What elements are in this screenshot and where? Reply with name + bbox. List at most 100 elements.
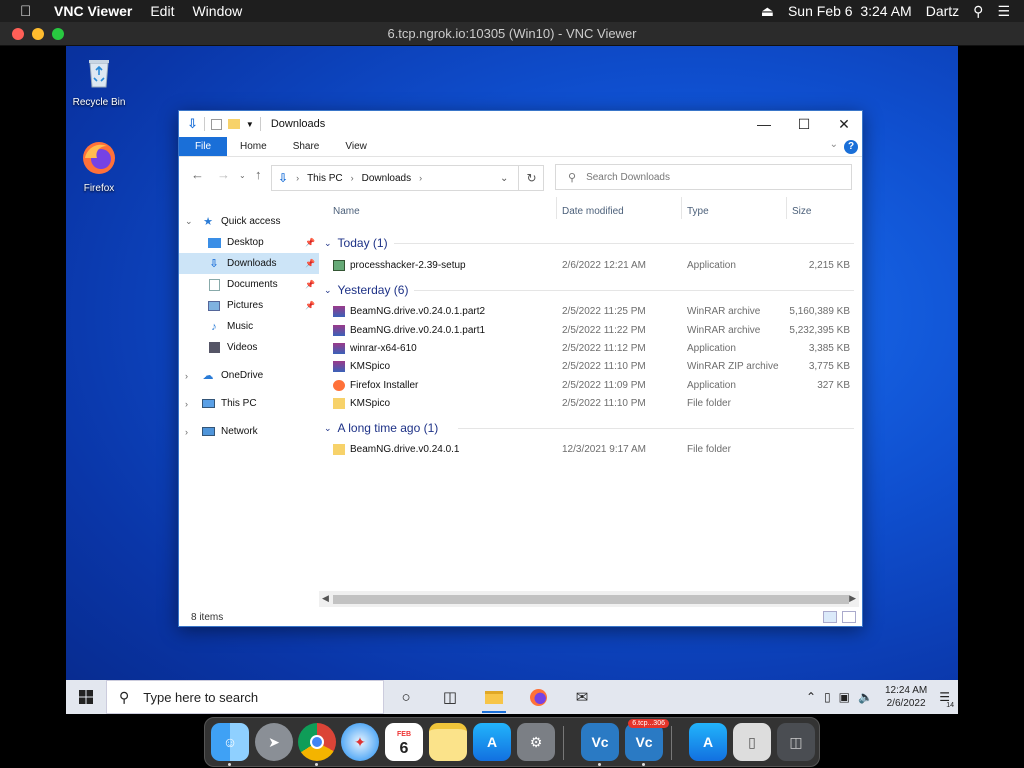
group-header-yesterday[interactable]: ⌄ Yesterday (6)	[324, 281, 854, 299]
safari-icon[interactable]: ✦	[341, 723, 379, 761]
file-row[interactable]: BeamNG.drive.v0.24.0.1.part1 2/5/2022 11…	[319, 321, 864, 339]
tab-share[interactable]: Share	[280, 137, 333, 156]
pin-icon[interactable]: 📌	[305, 280, 315, 289]
horizontal-scrollbar[interactable]: ◀ ▶	[319, 591, 859, 607]
search-box[interactable]: ⚲ Search Downloads	[555, 164, 852, 190]
pin-icon[interactable]: 📌	[305, 238, 315, 247]
app-store-icon[interactable]: A	[473, 723, 511, 761]
file-row[interactable]: KMSpico 2/5/2022 11:10 PM File folder	[319, 394, 864, 412]
file-row[interactable]: processhacker-2.39-setup 2/6/2022 12:21 …	[319, 256, 864, 274]
taskbar-search-box[interactable]: ⚲ Type here to search	[106, 680, 384, 714]
pin-icon[interactable]: 📌	[305, 259, 315, 268]
recent-locations-icon[interactable]: ⌄	[239, 171, 246, 180]
nav-item-documents[interactable]: Documents 📌	[179, 274, 319, 295]
maximize-button[interactable]: ☐	[784, 111, 824, 137]
large-icons-view-icon[interactable]	[842, 611, 856, 623]
chevron-down-icon[interactable]: ⌄	[185, 216, 193, 227]
volume-icon[interactable]: 🔈	[858, 690, 873, 704]
chevron-right-icon[interactable]: ›	[185, 427, 188, 437]
pin-icon[interactable]: 📌	[305, 301, 315, 310]
column-divider[interactable]	[786, 197, 787, 219]
minimize-button[interactable]: —	[744, 111, 784, 137]
trash-icon[interactable]: ◫	[777, 723, 815, 761]
up-arrow-icon[interactable]: ↑	[255, 167, 262, 182]
vnc-session-icon[interactable]: V​c 6.tcp...306	[625, 719, 669, 761]
menubar-user[interactable]: Dartz	[926, 3, 959, 19]
tab-view[interactable]: View	[332, 137, 380, 156]
chevron-right-icon[interactable]: ›	[185, 371, 188, 381]
column-header-type[interactable]: Type	[687, 201, 709, 221]
chevron-right-icon[interactable]: ›	[351, 173, 354, 183]
nav-network[interactable]: › Network	[179, 421, 319, 442]
device-icon[interactable]: ▯	[824, 690, 831, 704]
group-header-long-time-ago[interactable]: ⌄ A long time ago (1)	[324, 419, 854, 437]
tab-file[interactable]: File	[179, 137, 227, 156]
file-row[interactable]: BeamNG.drive.v0.24.0.1.part2 2/5/2022 11…	[319, 302, 864, 320]
task-view-icon[interactable]: ◫	[428, 680, 472, 714]
nav-item-videos[interactable]: Videos	[179, 337, 319, 358]
properties-icon[interactable]	[210, 118, 222, 130]
column-divider[interactable]	[681, 197, 682, 219]
forward-arrow-icon[interactable]: →	[217, 167, 230, 182]
nav-this-pc[interactable]: › This PC	[179, 393, 319, 414]
group-header-today[interactable]: ⌄ Today (1)	[324, 234, 854, 252]
nav-item-downloads[interactable]: ⇩ Downloads 📌	[179, 253, 319, 274]
nav-item-pictures[interactable]: Pictures 📌	[179, 295, 319, 316]
chevron-down-icon[interactable]: ⌄	[324, 238, 332, 249]
network-icon[interactable]: ▣	[839, 690, 850, 704]
details-view-icon[interactable]	[823, 611, 837, 623]
cortana-icon[interactable]: ○	[384, 680, 428, 714]
eject-icon[interactable]: ⏏	[761, 3, 774, 20]
scroll-right-icon[interactable]: ▶	[849, 593, 856, 604]
chevron-right-icon[interactable]: ›	[296, 173, 299, 183]
menu-window[interactable]: Window	[192, 3, 242, 19]
chevron-down-icon[interactable]: ⌄	[324, 423, 332, 434]
help-icon[interactable]: ?	[844, 140, 858, 154]
back-arrow-icon[interactable]: ←	[191, 167, 204, 182]
chrome-icon[interactable]	[298, 723, 336, 761]
firefox-taskbar-icon[interactable]	[516, 680, 560, 714]
chevron-right-icon[interactable]: ›	[419, 173, 422, 183]
address-bar[interactable]: ⇩ › This PC › Downloads › ⌄	[271, 165, 544, 191]
breadcrumb-downloads[interactable]: Downloads	[362, 173, 411, 184]
chevron-right-icon[interactable]: ›	[185, 399, 188, 409]
file-row[interactable]: Firefox Installer 2/5/2022 11:09 PM Appl…	[319, 376, 864, 394]
close-button[interactable]: ✕	[824, 111, 864, 137]
system-preferences-icon[interactable]: ⚙	[517, 723, 555, 761]
launchpad-icon[interactable]: ➤	[255, 723, 293, 761]
file-row[interactable]: KMSpico 2/5/2022 11:10 PM WinRAR ZIP arc…	[319, 357, 864, 375]
column-header-size[interactable]: Size	[792, 201, 811, 221]
breadcrumb-this-pc[interactable]: This PC	[307, 173, 343, 184]
address-dropdown-icon[interactable]: ⌄	[500, 173, 508, 184]
start-button[interactable]	[66, 680, 106, 714]
expand-ribbon-icon[interactable]: ⌄	[830, 139, 838, 150]
calendar-icon[interactable]: FEB 6	[385, 723, 423, 761]
file-row[interactable]: BeamNG.drive.v0.24.0.1 12/3/2021 9:17 AM…	[319, 440, 864, 458]
desktop-icon-recycle-bin[interactable]: Recycle Bin	[66, 54, 134, 108]
desktop-icon-firefox[interactable]: Firefox	[66, 140, 134, 194]
refresh-button[interactable]: ↻	[518, 165, 544, 191]
notes-icon[interactable]	[429, 723, 467, 761]
notifications-icon[interactable]: ☰ 14	[939, 690, 955, 709]
scrollbar-thumb[interactable]	[333, 595, 849, 604]
documents-stack-icon[interactable]: ▯	[733, 723, 771, 761]
column-divider[interactable]	[556, 197, 557, 219]
scroll-left-icon[interactable]: ◀	[322, 593, 329, 604]
file-row[interactable]: winrar-x64-610 2/5/2022 11:12 PM Applica…	[319, 339, 864, 357]
taskbar-clock[interactable]: 12:24 AM 2/6/2022	[885, 684, 927, 710]
nav-onedrive[interactable]: › ☁ OneDrive	[179, 365, 319, 386]
control-center-icon[interactable]: ☰	[997, 3, 1010, 20]
menubar-datetime[interactable]: Sun Feb 6 3:24 AM	[788, 3, 912, 19]
tab-home[interactable]: Home	[227, 137, 280, 156]
apple-icon[interactable]: 	[20, 3, 40, 20]
chevron-down-icon[interactable]: ⌄	[324, 285, 332, 296]
spotlight-search-icon[interactable]: ⚲	[973, 3, 983, 20]
column-header-date[interactable]: Date modified	[562, 201, 624, 221]
menu-edit[interactable]: Edit	[150, 3, 174, 19]
mail-taskbar-icon[interactable]: ✉	[560, 680, 604, 714]
app-store-downloads-icon[interactable]: A	[689, 723, 727, 761]
new-folder-icon[interactable]	[227, 119, 240, 129]
nav-quick-access[interactable]: ⌄ ★ Quick access	[179, 211, 319, 232]
show-hidden-icons-icon[interactable]: ⌃	[806, 690, 816, 704]
column-header-name[interactable]: Name	[333, 201, 360, 221]
